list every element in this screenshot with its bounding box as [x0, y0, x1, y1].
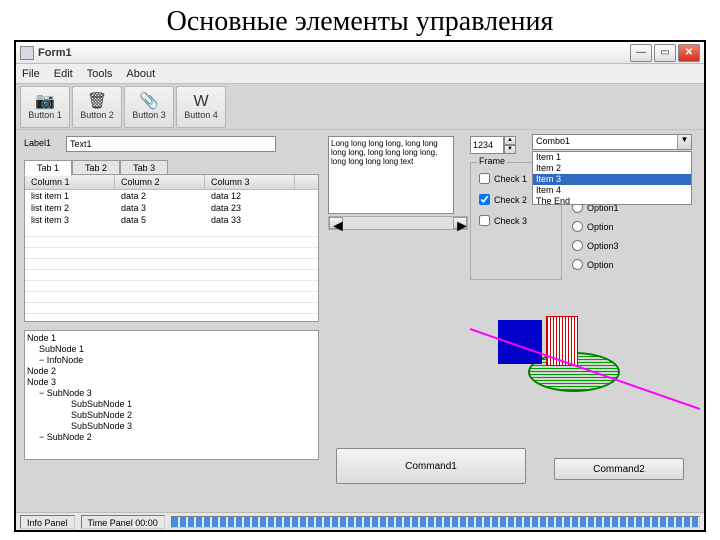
radio-2[interactable]: Option [572, 221, 619, 232]
chevron-down-icon[interactable]: ▼ [677, 135, 691, 149]
spin-input[interactable] [470, 136, 504, 154]
minimize-button[interactable]: — [630, 44, 652, 62]
list-item[interactable]: Item 2 [533, 163, 691, 174]
spin-up-button[interactable]: ▲ [504, 136, 516, 145]
listview-header: Column 1 Column 2 Column 3 [25, 175, 318, 190]
list-item[interactable]: Item 1 [533, 152, 691, 163]
w-icon: W [193, 94, 208, 110]
scroll-left-icon[interactable]: ◄ [329, 217, 343, 229]
tree-node[interactable]: SubSubNode 3 [27, 421, 316, 432]
progress-bar [171, 516, 700, 528]
label1: Label1 [24, 138, 51, 148]
app-window: Form1 — ▭ ✕ File Edit Tools About 📷 Butt… [14, 40, 706, 532]
menu-edit[interactable]: Edit [54, 68, 73, 80]
trash-icon: 🗑 [87, 94, 107, 110]
column-header[interactable]: Column 1 [25, 175, 115, 189]
tree-node[interactable]: − InfoNode [27, 355, 316, 366]
tab-panel: Column 1 Column 2 Column 3 list item 1 d… [24, 174, 319, 322]
listview-body[interactable]: list item 1 data 2 data 12 list item 2 d… [25, 190, 318, 314]
toolbar-button-3[interactable]: 📎 Button 3 [124, 86, 174, 128]
magenta-line-shape [470, 309, 700, 419]
toolbar: 📷 Button 1 🗑 Button 2 📎 Button 3 W Butto… [16, 84, 704, 130]
tree-node[interactable]: Node 1 [27, 333, 316, 344]
toolbar-label: Button 2 [80, 110, 114, 120]
command1-button[interactable]: Command1 [336, 448, 526, 484]
graphics-canvas [476, 314, 676, 424]
app-icon [20, 46, 34, 60]
list-item[interactable]: The End [533, 196, 691, 205]
frame-label: Frame [477, 156, 507, 166]
horizontal-scrollbar[interactable]: ◄ ► [328, 216, 468, 230]
window-title: Form1 [38, 47, 628, 59]
command2-button[interactable]: Command2 [554, 458, 684, 480]
clip-icon: 📎 [139, 94, 159, 110]
toolbar-button-1[interactable]: 📷 Button 1 [20, 86, 70, 128]
toolbar-button-2[interactable]: 🗑 Button 2 [72, 86, 122, 128]
statusbar: Info Panel Time Panel 00:00 [16, 512, 704, 530]
slide-title: Основные элементы управления [0, 0, 720, 40]
list-row: list item 3 data 5 data 33 [25, 214, 318, 226]
column-header[interactable]: Column 3 [205, 175, 295, 189]
radio-group: Option1 Option Option3 Option [572, 202, 619, 278]
tree-node[interactable]: SubSubNode 1 [27, 399, 316, 410]
camera-icon: 📷 [35, 94, 55, 110]
tree-view[interactable]: Node 1 SubNode 1 − InfoNode Node 2 Node … [24, 330, 319, 460]
scroll-right-icon[interactable]: ► [453, 217, 467, 229]
list-row: list item 2 data 3 data 23 [25, 202, 318, 214]
tree-node[interactable]: Node 3 [27, 377, 316, 388]
spin-down-button[interactable]: ▼ [504, 145, 516, 154]
titlebar: Form1 — ▭ ✕ [16, 42, 704, 64]
tree-node[interactable]: − SubNode 2 [27, 432, 316, 443]
multiline-text[interactable]: Long long long long, long long long long… [328, 136, 454, 214]
radio-3[interactable]: Option3 [572, 240, 619, 251]
toolbar-label: Button 3 [132, 110, 166, 120]
list-item[interactable]: Item 3 [533, 174, 691, 185]
radio-4[interactable]: Option [572, 259, 619, 270]
tree-node[interactable]: SubSubNode 2 [27, 410, 316, 421]
column-header[interactable]: Column 2 [115, 175, 205, 189]
toolbar-label: Button 4 [184, 110, 218, 120]
status-time-panel: Time Panel 00:00 [81, 515, 165, 529]
menu-file[interactable]: File [22, 68, 40, 80]
tree-node[interactable]: − SubNode 3 [27, 388, 316, 399]
menubar: File Edit Tools About [16, 64, 704, 84]
tree-node[interactable]: SubNode 1 [27, 344, 316, 355]
list-row: list item 1 data 2 data 12 [25, 190, 318, 202]
toolbar-label: Button 1 [28, 110, 62, 120]
listbox[interactable]: Item 1 Item 2 Item 3 Item 4 The End [532, 151, 692, 205]
spin-control[interactable]: ▲ ▼ [470, 136, 518, 154]
maximize-button[interactable]: ▭ [654, 44, 676, 62]
menu-about[interactable]: About [126, 68, 155, 80]
toolbar-button-4[interactable]: W Button 4 [176, 86, 226, 128]
checkbox-3[interactable]: Check 3 [479, 215, 553, 226]
close-button[interactable]: ✕ [678, 44, 700, 62]
tree-node[interactable]: Node 2 [27, 366, 316, 377]
text1-input[interactable] [66, 136, 276, 152]
combobox[interactable]: Combo1 ▼ [532, 134, 692, 150]
status-info-panel: Info Panel [20, 515, 75, 529]
combo-value: Combo1 [533, 135, 677, 149]
list-item[interactable]: Item 4 [533, 185, 691, 196]
menu-tools[interactable]: Tools [87, 68, 113, 80]
tab-1[interactable]: Tab 1 [24, 160, 72, 176]
